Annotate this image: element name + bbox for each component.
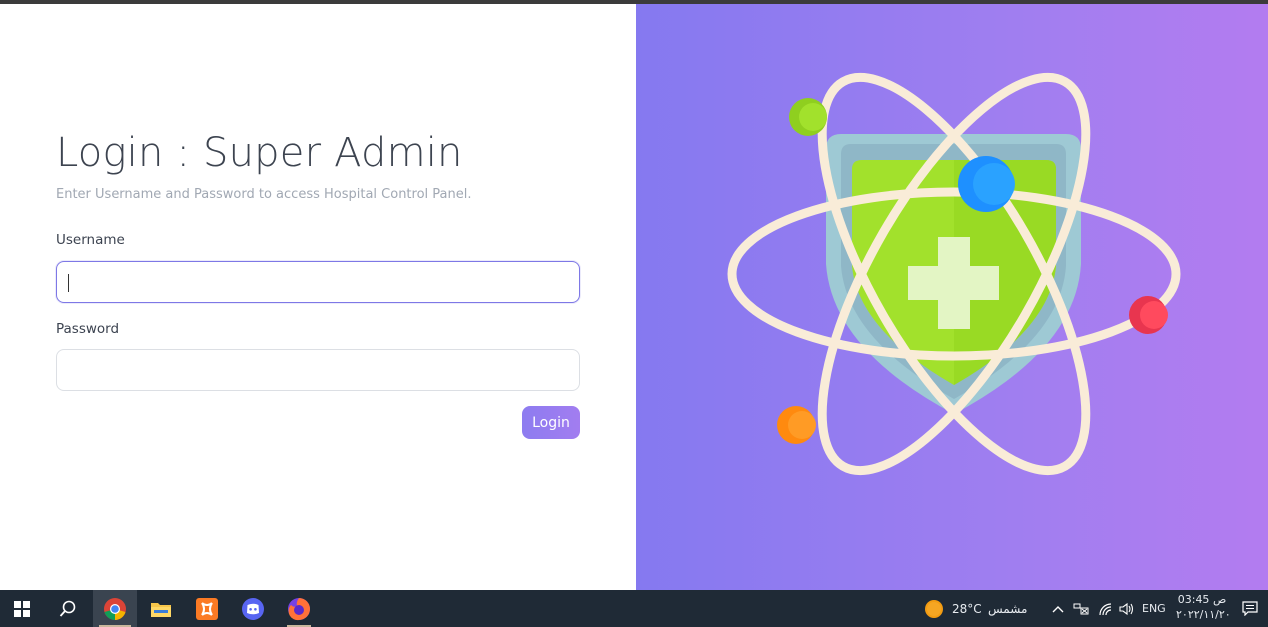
network-status-icon[interactable] xyxy=(1070,590,1092,627)
clock-date: ٢٠٢٢/١١/٢٠ xyxy=(1176,608,1231,621)
password-label: Password xyxy=(56,321,120,337)
wifi-icon[interactable] xyxy=(1094,590,1116,627)
chevron-up-icon[interactable] xyxy=(1046,590,1070,627)
clock-time: 03:45 ص xyxy=(1177,593,1227,606)
xampp-icon[interactable] xyxy=(185,590,229,627)
search-icon[interactable] xyxy=(46,590,90,627)
medical-shield-atom-illustration xyxy=(727,72,1181,476)
system-clock[interactable]: 03:45 ص ٢٠٢٢/١١/٢٠ xyxy=(1176,592,1231,622)
weather-description[interactable]: مشمس xyxy=(988,590,1027,627)
windows-start-icon[interactable] xyxy=(0,590,44,627)
password-input[interactable] xyxy=(56,349,580,391)
discord-icon[interactable] xyxy=(231,590,275,627)
notification-center-icon[interactable] xyxy=(1236,590,1264,627)
login-panel: Login : Super Admin Enter Username and P… xyxy=(0,4,636,590)
username-input[interactable] xyxy=(56,261,580,303)
weather-temperature[interactable]: 28°C xyxy=(952,590,982,627)
username-label: Username xyxy=(56,232,125,248)
file-explorer-icon[interactable] xyxy=(139,590,183,627)
taskbar: 28°C مشمس ENG 03:45 ص ٢٠٢٢/١١/٢٠ xyxy=(0,590,1268,627)
login-button[interactable]: Login xyxy=(522,406,580,439)
weather-sun-icon xyxy=(912,590,956,627)
text-caret xyxy=(68,274,69,292)
language-indicator[interactable]: ENG xyxy=(1142,590,1166,627)
page-title: Login : Super Admin xyxy=(56,130,463,176)
illustration-panel xyxy=(636,4,1268,590)
volume-icon[interactable] xyxy=(1116,590,1138,627)
firefox-icon[interactable] xyxy=(277,590,321,627)
page-subtitle: Enter Username and Password to access Ho… xyxy=(56,187,472,202)
chrome-icon[interactable] xyxy=(93,590,137,627)
